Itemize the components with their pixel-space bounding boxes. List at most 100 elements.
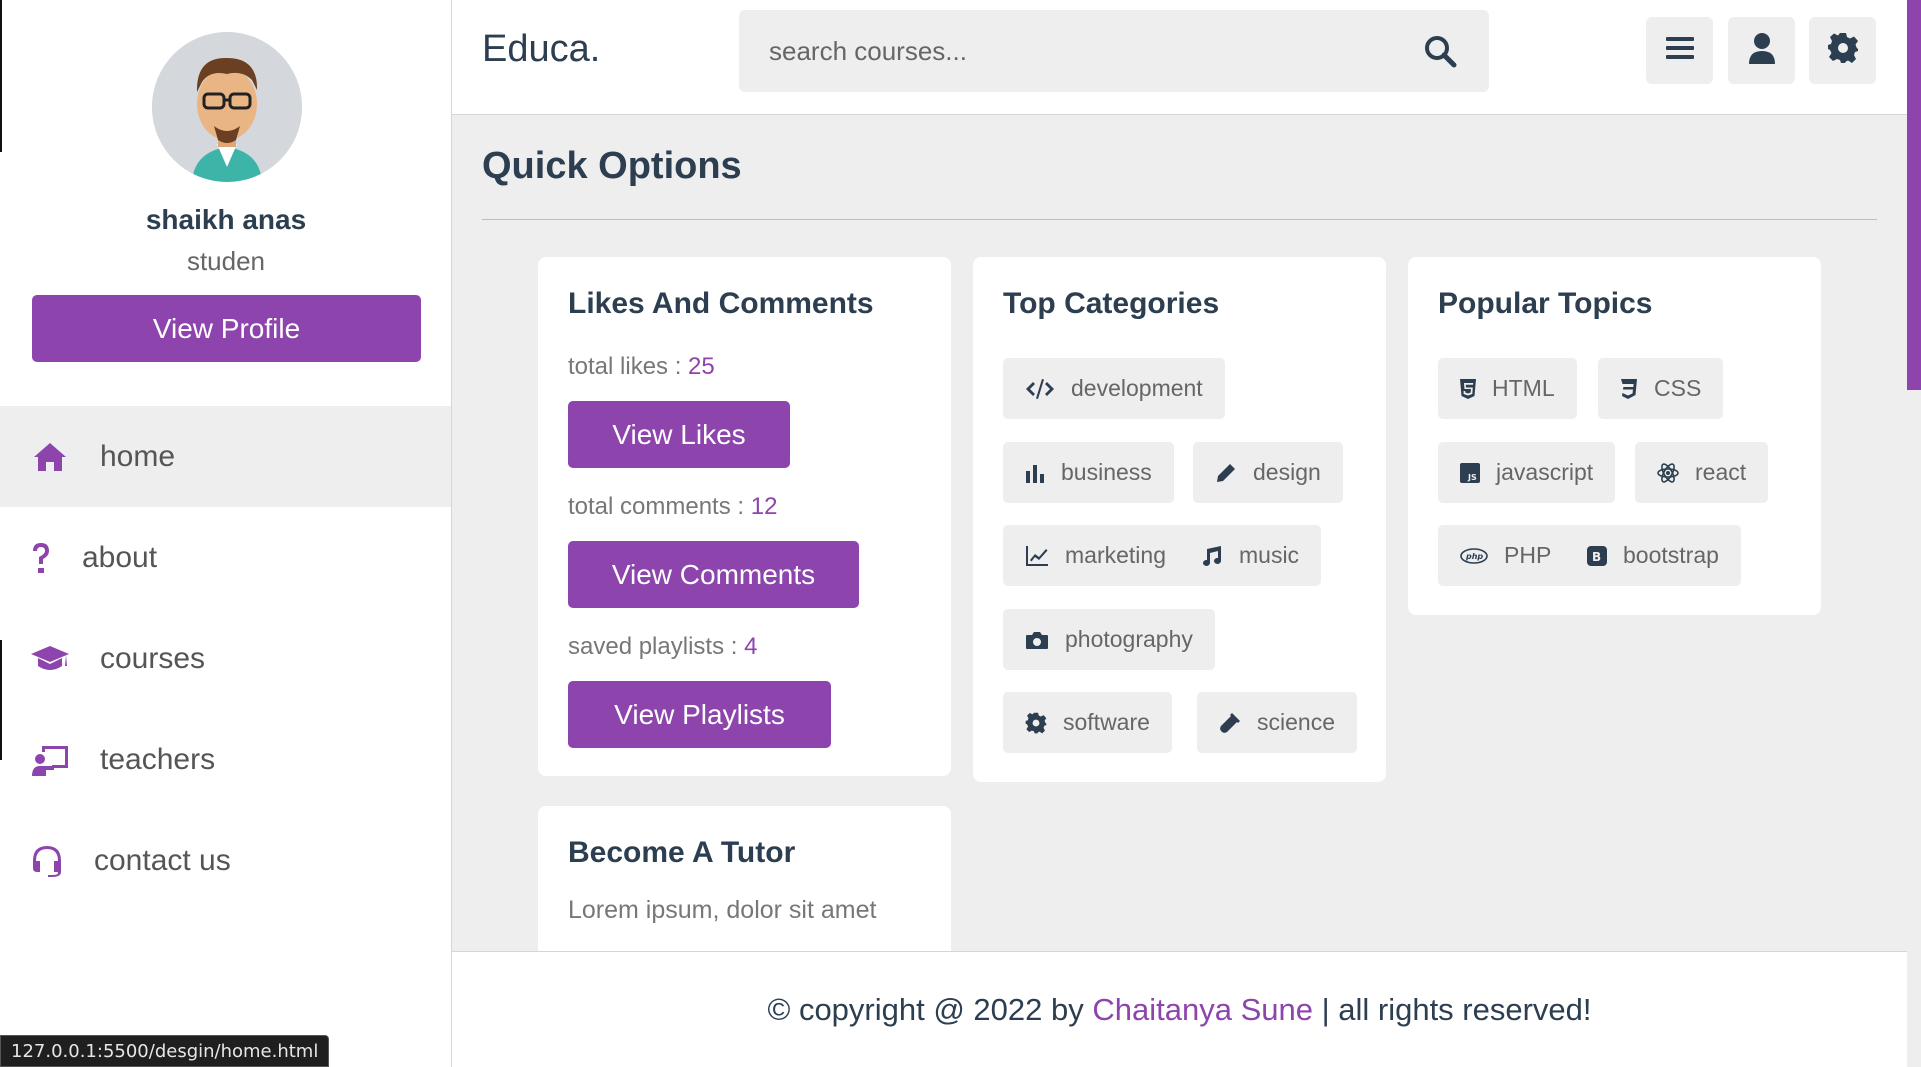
footer-author-link[interactable]: Chaitanya Sune	[1092, 992, 1313, 1028]
saved-playlists-value: 4	[744, 633, 758, 660]
chart-line-icon	[1026, 545, 1048, 566]
saved-playlists-stat: saved playlists : 4	[568, 633, 757, 661]
question-icon	[30, 538, 52, 578]
sidebar: shaikh anas studen View Profile home abo…	[0, 0, 452, 1067]
category-label: science	[1257, 709, 1335, 735]
react-icon	[1657, 462, 1679, 483]
category-label: development	[1071, 375, 1203, 401]
card-title: Become A Tutor	[568, 836, 796, 869]
total-likes-value: 25	[688, 353, 715, 380]
category-music[interactable]: music	[1179, 525, 1322, 586]
sidebar-item-about[interactable]: about	[0, 507, 451, 608]
headset-icon	[30, 841, 64, 881]
menu-icon	[1665, 35, 1695, 66]
music-icon	[1203, 545, 1221, 566]
likes-comments-card: Likes And Comments total likes : 25 View…	[538, 257, 951, 776]
stat-label: total likes :	[568, 353, 689, 380]
top-categories-card: Top Categories development business desi…	[973, 257, 1386, 782]
footer-prefix: © copyright @ 2022 by	[767, 991, 1093, 1027]
footer: © copyright @ 2022 by Chaitanya Sune | a…	[452, 951, 1907, 1067]
sidebar-item-label: home	[100, 439, 176, 473]
category-business[interactable]: business	[1003, 442, 1174, 503]
topic-label: bootstrap	[1623, 542, 1719, 568]
topic-javascript[interactable]: JS javascript	[1438, 442, 1616, 503]
topic-label: react	[1695, 459, 1747, 485]
topic-label: PHP	[1504, 542, 1552, 568]
category-label: photography	[1065, 626, 1193, 652]
search-input[interactable]	[739, 10, 1419, 92]
topic-label: javascript	[1496, 459, 1594, 485]
php-icon: php	[1460, 547, 1488, 564]
topic-react[interactable]: react	[1635, 442, 1769, 503]
sidebar-item-label: contact us	[94, 843, 231, 877]
topic-html[interactable]: HTML	[1438, 358, 1577, 419]
total-comments-stat: total comments : 12	[568, 493, 777, 521]
profile-role: studen	[186, 246, 266, 276]
sidebar-item-label: teachers	[100, 742, 216, 776]
category-marketing[interactable]: marketing	[1003, 525, 1188, 586]
card-title: Top Categories	[1003, 287, 1220, 320]
category-label: software	[1063, 709, 1150, 735]
category-design[interactable]: design	[1193, 442, 1343, 503]
view-playlists-button[interactable]: View Playlists	[568, 681, 831, 748]
home-icon	[30, 437, 70, 477]
sidebar-item-teachers[interactable]: teachers	[0, 709, 451, 810]
code-icon	[1026, 378, 1054, 399]
stat-label: saved playlists :	[568, 633, 745, 660]
total-likes-stat: total likes : 25	[568, 353, 715, 381]
bootstrap-icon: B	[1587, 545, 1607, 566]
view-comments-button[interactable]: View Comments	[568, 541, 859, 608]
svg-text:JS: JS	[1467, 473, 1477, 482]
sidebar-item-label: about	[82, 540, 158, 574]
graduation-cap-icon	[30, 639, 70, 679]
stat-label: total comments :	[568, 493, 751, 520]
html5-icon	[1460, 378, 1476, 399]
category-label: marketing	[1065, 542, 1166, 568]
category-development[interactable]: development	[1003, 358, 1225, 419]
tutor-description: Lorem ipsum, dolor sit amet	[568, 896, 877, 924]
topic-bootstrap[interactable]: B bootstrap	[1565, 525, 1741, 586]
sidebar-nav: home about courses teachers contact us	[0, 406, 451, 911]
category-photography[interactable]: photography	[1003, 609, 1215, 670]
category-label: design	[1253, 459, 1321, 485]
view-profile-button[interactable]: View Profile	[32, 295, 421, 362]
card-title: Popular Topics	[1438, 287, 1653, 320]
page-title: Quick Options	[482, 145, 742, 187]
scrollbar-thumb[interactable]	[1907, 0, 1921, 390]
category-science[interactable]: science	[1197, 692, 1357, 753]
svg-text:B: B	[1592, 550, 1601, 564]
search-bar	[739, 10, 1489, 92]
title-divider	[482, 219, 1877, 220]
sidebar-item-label: courses	[100, 641, 206, 675]
sidebar-item-home[interactable]: home	[0, 406, 451, 507]
window-edge	[0, 0, 2, 152]
user-icon	[1748, 32, 1776, 69]
category-label: music	[1239, 542, 1300, 568]
logo[interactable]: Educa.	[482, 28, 600, 71]
settings-button[interactable]	[1809, 17, 1876, 84]
js-icon: JS	[1460, 462, 1480, 483]
status-bar-url: 127.0.0.1:5500/desgin/home.html	[0, 1035, 330, 1067]
camera-icon	[1026, 631, 1048, 649]
card-title: Likes And Comments	[568, 287, 874, 320]
total-comments-value: 12	[750, 493, 778, 520]
view-likes-button[interactable]: View Likes	[568, 401, 790, 468]
category-software[interactable]: software	[1003, 692, 1172, 753]
sidebar-item-courses[interactable]: courses	[0, 608, 451, 709]
menu-button[interactable]	[1646, 17, 1713, 84]
topic-label: CSS	[1654, 375, 1702, 401]
popular-topics-card: Popular Topics HTML CSS JS javascript re…	[1408, 257, 1821, 615]
topic-css[interactable]: CSS	[1598, 358, 1724, 419]
gear-icon	[1025, 712, 1047, 733]
pencil-icon	[1217, 463, 1235, 482]
search-icon[interactable]	[1423, 34, 1459, 70]
footer-suffix: | all rights reserved!	[1312, 991, 1592, 1027]
vial-icon	[1220, 712, 1240, 733]
topic-label: HTML	[1492, 375, 1555, 401]
css3-icon	[1621, 378, 1637, 399]
sidebar-item-contact[interactable]: contact us	[0, 810, 451, 911]
gear-icon	[1827, 32, 1859, 69]
category-label: business	[1061, 459, 1152, 485]
user-button[interactable]	[1728, 17, 1795, 84]
topic-php[interactable]: php PHP	[1438, 525, 1574, 586]
